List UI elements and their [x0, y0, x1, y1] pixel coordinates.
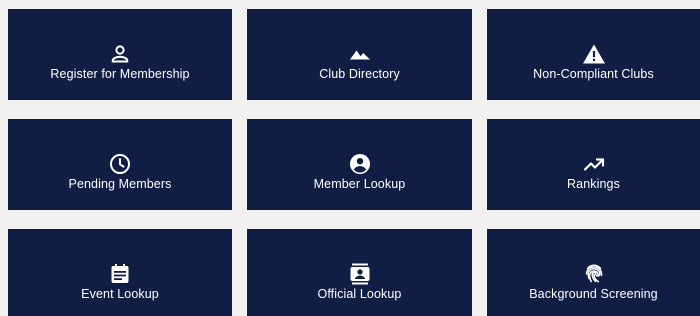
- tile-event-lookup[interactable]: Event Lookup: [8, 229, 232, 316]
- tile-label: Member Lookup: [313, 177, 406, 191]
- tile-label: Non-Compliant Clubs: [533, 67, 654, 81]
- calendar-event-icon: [108, 262, 132, 286]
- tile-label: Official Lookup: [317, 287, 402, 301]
- tile-label: Event Lookup: [81, 287, 159, 301]
- tile-official-lookup[interactable]: Official Lookup: [247, 229, 472, 316]
- trending-up-icon: [582, 152, 606, 176]
- mountains-icon: [348, 42, 372, 66]
- tile-club-directory[interactable]: Club Directory: [247, 9, 472, 100]
- tile-member-lookup[interactable]: Member Lookup: [247, 119, 472, 210]
- clock-icon: [108, 152, 132, 176]
- tile-label: Club Directory: [319, 67, 400, 81]
- tile-label: Background Screening: [529, 287, 658, 301]
- tile-label: Rankings: [567, 177, 620, 191]
- tile-background-screening[interactable]: Background Screening: [487, 229, 700, 316]
- tile-register-for-membership[interactable]: Register for Membership: [8, 9, 232, 100]
- tile-label: Register for Membership: [50, 67, 190, 81]
- tile-label: Pending Members: [68, 177, 172, 191]
- tile-pending-members[interactable]: Pending Members: [8, 119, 232, 210]
- fingerprint-icon: [582, 262, 606, 286]
- contact-card-icon: [348, 262, 372, 286]
- warning-triangle-icon: [582, 42, 606, 66]
- tile-non-compliant-clubs[interactable]: Non-Compliant Clubs: [487, 9, 700, 100]
- account-circle-icon: [348, 152, 372, 176]
- person-outline-icon: [108, 42, 132, 66]
- tile-rankings[interactable]: Rankings: [487, 119, 700, 210]
